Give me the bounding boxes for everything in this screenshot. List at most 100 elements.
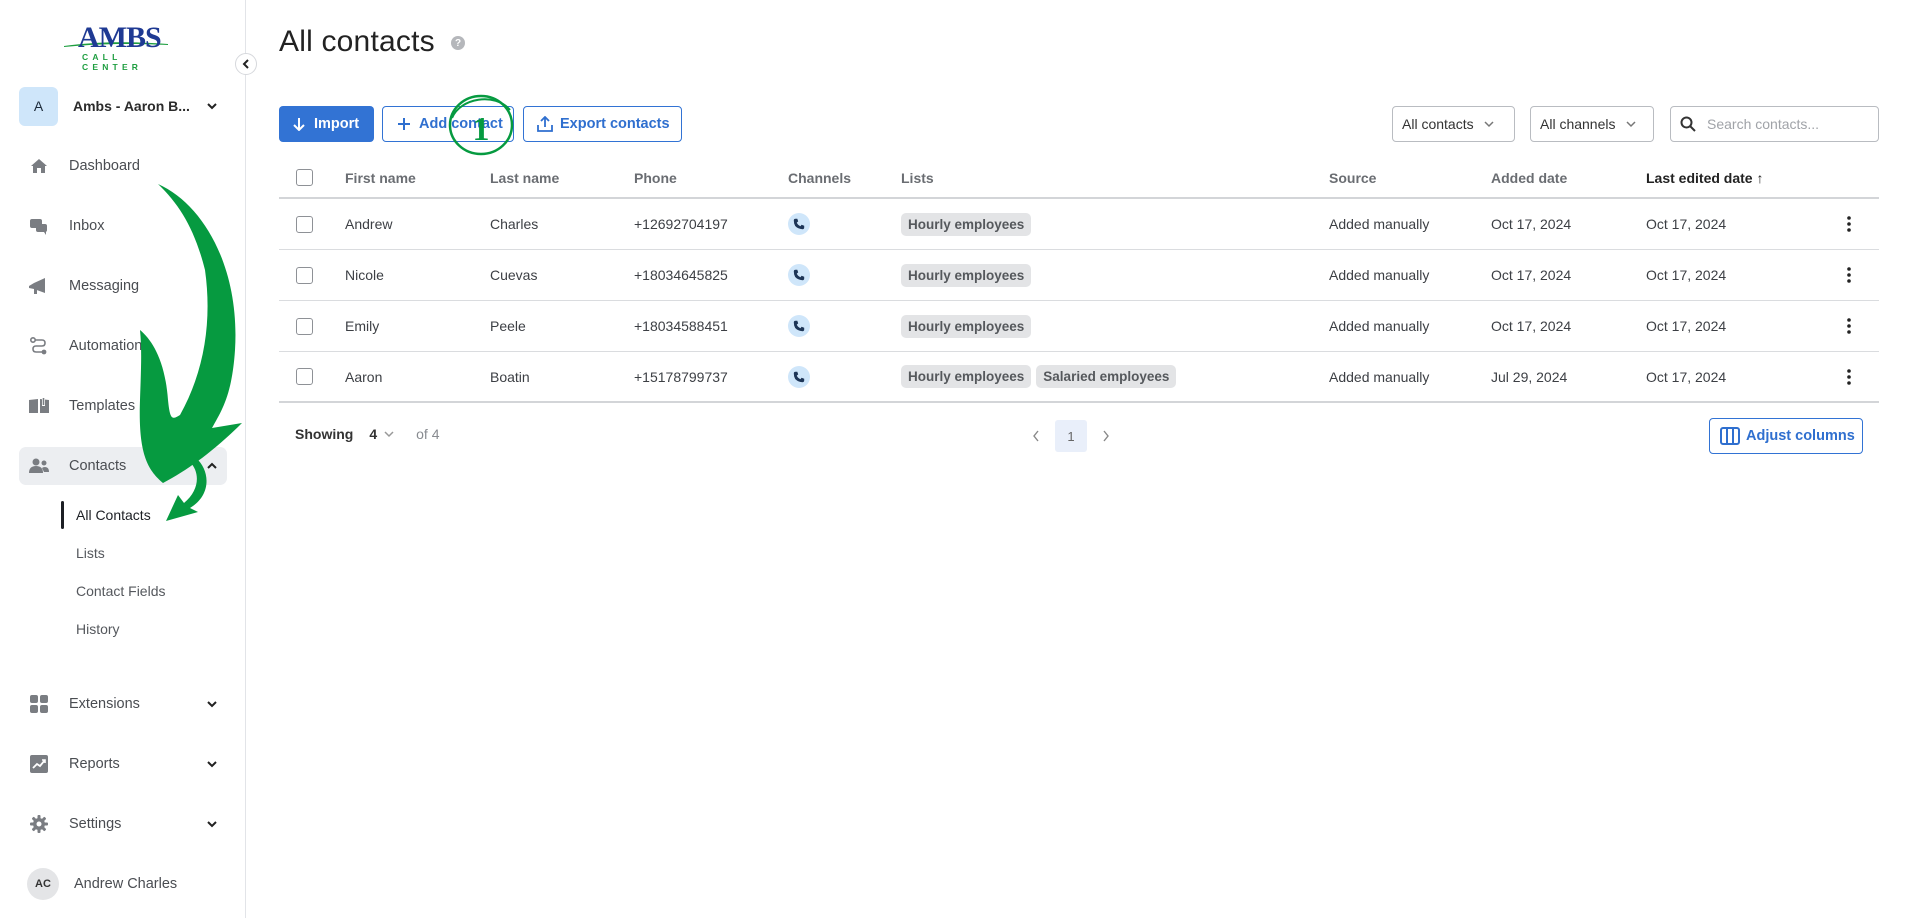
- column-header-last-name[interactable]: Last name: [490, 158, 559, 197]
- sidebar-item-dashboard[interactable]: Dashboard: [19, 147, 227, 185]
- add-contact-button[interactable]: Add contact: [382, 106, 514, 142]
- last-edited-date-cell: Oct 17, 2024: [1646, 368, 1727, 385]
- sidebar-subitem-label: Contact Fields: [76, 583, 166, 599]
- list-tag[interactable]: Hourly employees: [901, 263, 1032, 287]
- column-header-added-date[interactable]: Added date: [1491, 158, 1567, 197]
- sidebar-item-contacts[interactable]: Contacts: [19, 447, 227, 485]
- import-button-label: Import: [314, 116, 360, 132]
- chevron-left-icon: [242, 59, 249, 69]
- lists-cell: Hourly employees: [901, 199, 1036, 249]
- avatar: AC: [27, 868, 59, 900]
- search-box[interactable]: [1670, 106, 1879, 142]
- workspace-avatar: A: [19, 86, 58, 126]
- workflow-icon: [28, 335, 50, 357]
- sidebar-item-inbox[interactable]: Inbox: [19, 207, 227, 245]
- sidebar-subitem-contact-fields[interactable]: Contact Fields: [61, 577, 165, 605]
- contacts-filter-select[interactable]: All contacts: [1392, 106, 1515, 142]
- lists-cell: Hourly employees: [901, 250, 1036, 300]
- sidebar-subitem-all-contacts[interactable]: All Contacts: [61, 501, 151, 529]
- ambs-logo[interactable]: AMBS CALL CENTER: [64, 22, 182, 72]
- source-cell: Added manually: [1329, 216, 1430, 232]
- column-header-phone[interactable]: Phone: [634, 158, 677, 197]
- last-name-cell: Boatin: [490, 368, 530, 385]
- row-checkbox[interactable]: [296, 317, 313, 335]
- adjust-columns-button[interactable]: Adjust columns: [1709, 418, 1863, 454]
- lists-cell: Hourly employees: [901, 301, 1036, 351]
- row-checkbox[interactable]: [296, 266, 313, 284]
- sidebar-subitem-history[interactable]: History: [61, 615, 120, 643]
- plus-icon: [396, 116, 412, 132]
- phone-cell: +18034645825: [634, 267, 728, 283]
- export-contacts-button[interactable]: Export contacts: [523, 106, 682, 142]
- sidebar-item-reports[interactable]: Reports: [19, 745, 227, 783]
- export-contacts-button-label: Export contacts: [560, 116, 670, 132]
- user-profile[interactable]: AC Andrew Charles: [27, 868, 177, 900]
- table-row[interactable]: Nicole Cuevas +18034645825 Hourly employ…: [279, 250, 1879, 301]
- source-cell: Added manually: [1329, 267, 1430, 283]
- column-header-source[interactable]: Source: [1329, 158, 1376, 197]
- added-date-cell: Oct 17, 2024: [1491, 216, 1572, 232]
- row-menu-icon[interactable]: [1839, 212, 1859, 236]
- collapse-sidebar-button[interactable]: [235, 53, 257, 75]
- list-tag[interactable]: Hourly employees: [901, 314, 1032, 338]
- last-edited-date-cell: Oct 17, 2024: [1646, 318, 1727, 334]
- added-date-cell: Oct 17, 2024: [1491, 267, 1572, 283]
- book-icon: [28, 395, 50, 417]
- prev-page-button[interactable]: [1025, 420, 1047, 452]
- table-row[interactable]: Andrew Charles +12692704197 Hourly emplo…: [279, 199, 1879, 250]
- column-header-lists[interactable]: Lists: [901, 158, 934, 197]
- page-1-button[interactable]: 1: [1055, 420, 1087, 452]
- columns-icon: [1720, 427, 1740, 445]
- chevron-down-icon: [384, 431, 394, 438]
- sidebar-item-automation[interactable]: Automation: [19, 327, 227, 365]
- phone-cell: +18034588451: [634, 318, 728, 334]
- sidebar-item-templates[interactable]: Templates: [19, 387, 227, 425]
- contacts-filter-value: All contacts: [1402, 116, 1474, 132]
- pagination-summary: Showing 4 of 4: [295, 426, 439, 442]
- table-row[interactable]: Aaron Boatin +15178799737 Hourly employe…: [279, 352, 1879, 403]
- chevron-down-icon: [1484, 121, 1494, 128]
- source-cell: Added manually: [1329, 318, 1430, 334]
- showing-label: Showing: [295, 426, 354, 442]
- row-checkbox[interactable]: [296, 215, 313, 233]
- sidebar-subitem-lists[interactable]: Lists: [61, 539, 105, 567]
- last-edited-date-cell: Oct 17, 2024: [1646, 267, 1727, 283]
- adjust-columns-label: Adjust columns: [1746, 428, 1855, 444]
- select-all-checkbox[interactable]: [296, 169, 313, 186]
- user-name: Andrew Charles: [74, 876, 178, 892]
- sidebar-item-extensions[interactable]: Extensions: [19, 685, 227, 723]
- row-checkbox[interactable]: [296, 368, 313, 385]
- workspace-switcher[interactable]: A Ambs - Aaron B...: [19, 86, 227, 126]
- search-input[interactable]: [1707, 116, 1867, 132]
- column-header-channels[interactable]: Channels: [788, 158, 851, 197]
- row-menu-icon[interactable]: [1839, 314, 1859, 338]
- chevron-down-icon: [207, 103, 217, 110]
- total-count: of 4: [416, 426, 440, 442]
- column-header-first-name[interactable]: First name: [345, 158, 416, 197]
- list-tag[interactable]: Hourly employees: [901, 365, 1032, 388]
- phone-channel-icon: [788, 365, 810, 388]
- list-tag[interactable]: Salaried employees: [1036, 365, 1177, 388]
- source-cell: Added manually: [1329, 368, 1430, 385]
- channels-filter-select[interactable]: All channels: [1530, 106, 1654, 142]
- next-page-button[interactable]: [1095, 420, 1117, 452]
- sidebar-item-settings[interactable]: Settings: [19, 805, 227, 843]
- list-tag[interactable]: Hourly employees: [901, 212, 1032, 236]
- import-button[interactable]: Import: [279, 106, 374, 142]
- column-header-last-edited-date[interactable]: Last edited date ↑: [1646, 158, 1763, 197]
- logo-subtext: CALL CENTER: [82, 52, 143, 72]
- first-name-cell: Emily: [345, 318, 380, 334]
- help-icon[interactable]: ?: [451, 36, 465, 50]
- row-menu-icon[interactable]: [1839, 263, 1859, 287]
- table-row[interactable]: Emily Peele +18034588451 Hourly employee…: [279, 301, 1879, 352]
- phone-cell: +15178799737: [634, 368, 728, 385]
- chevron-up-icon: [207, 462, 217, 469]
- chevron-down-icon: [207, 821, 217, 828]
- sidebar-item-label: Settings: [69, 816, 122, 832]
- sidebar-item-label: Reports: [69, 756, 120, 772]
- sidebar-item-messaging[interactable]: Messaging: [19, 267, 227, 305]
- lists-cell: Hourly employees Salaried employees: [901, 352, 1181, 401]
- chevron-down-icon: [207, 761, 217, 768]
- row-menu-icon[interactable]: [1839, 365, 1859, 389]
- per-page-select[interactable]: 4: [369, 426, 404, 442]
